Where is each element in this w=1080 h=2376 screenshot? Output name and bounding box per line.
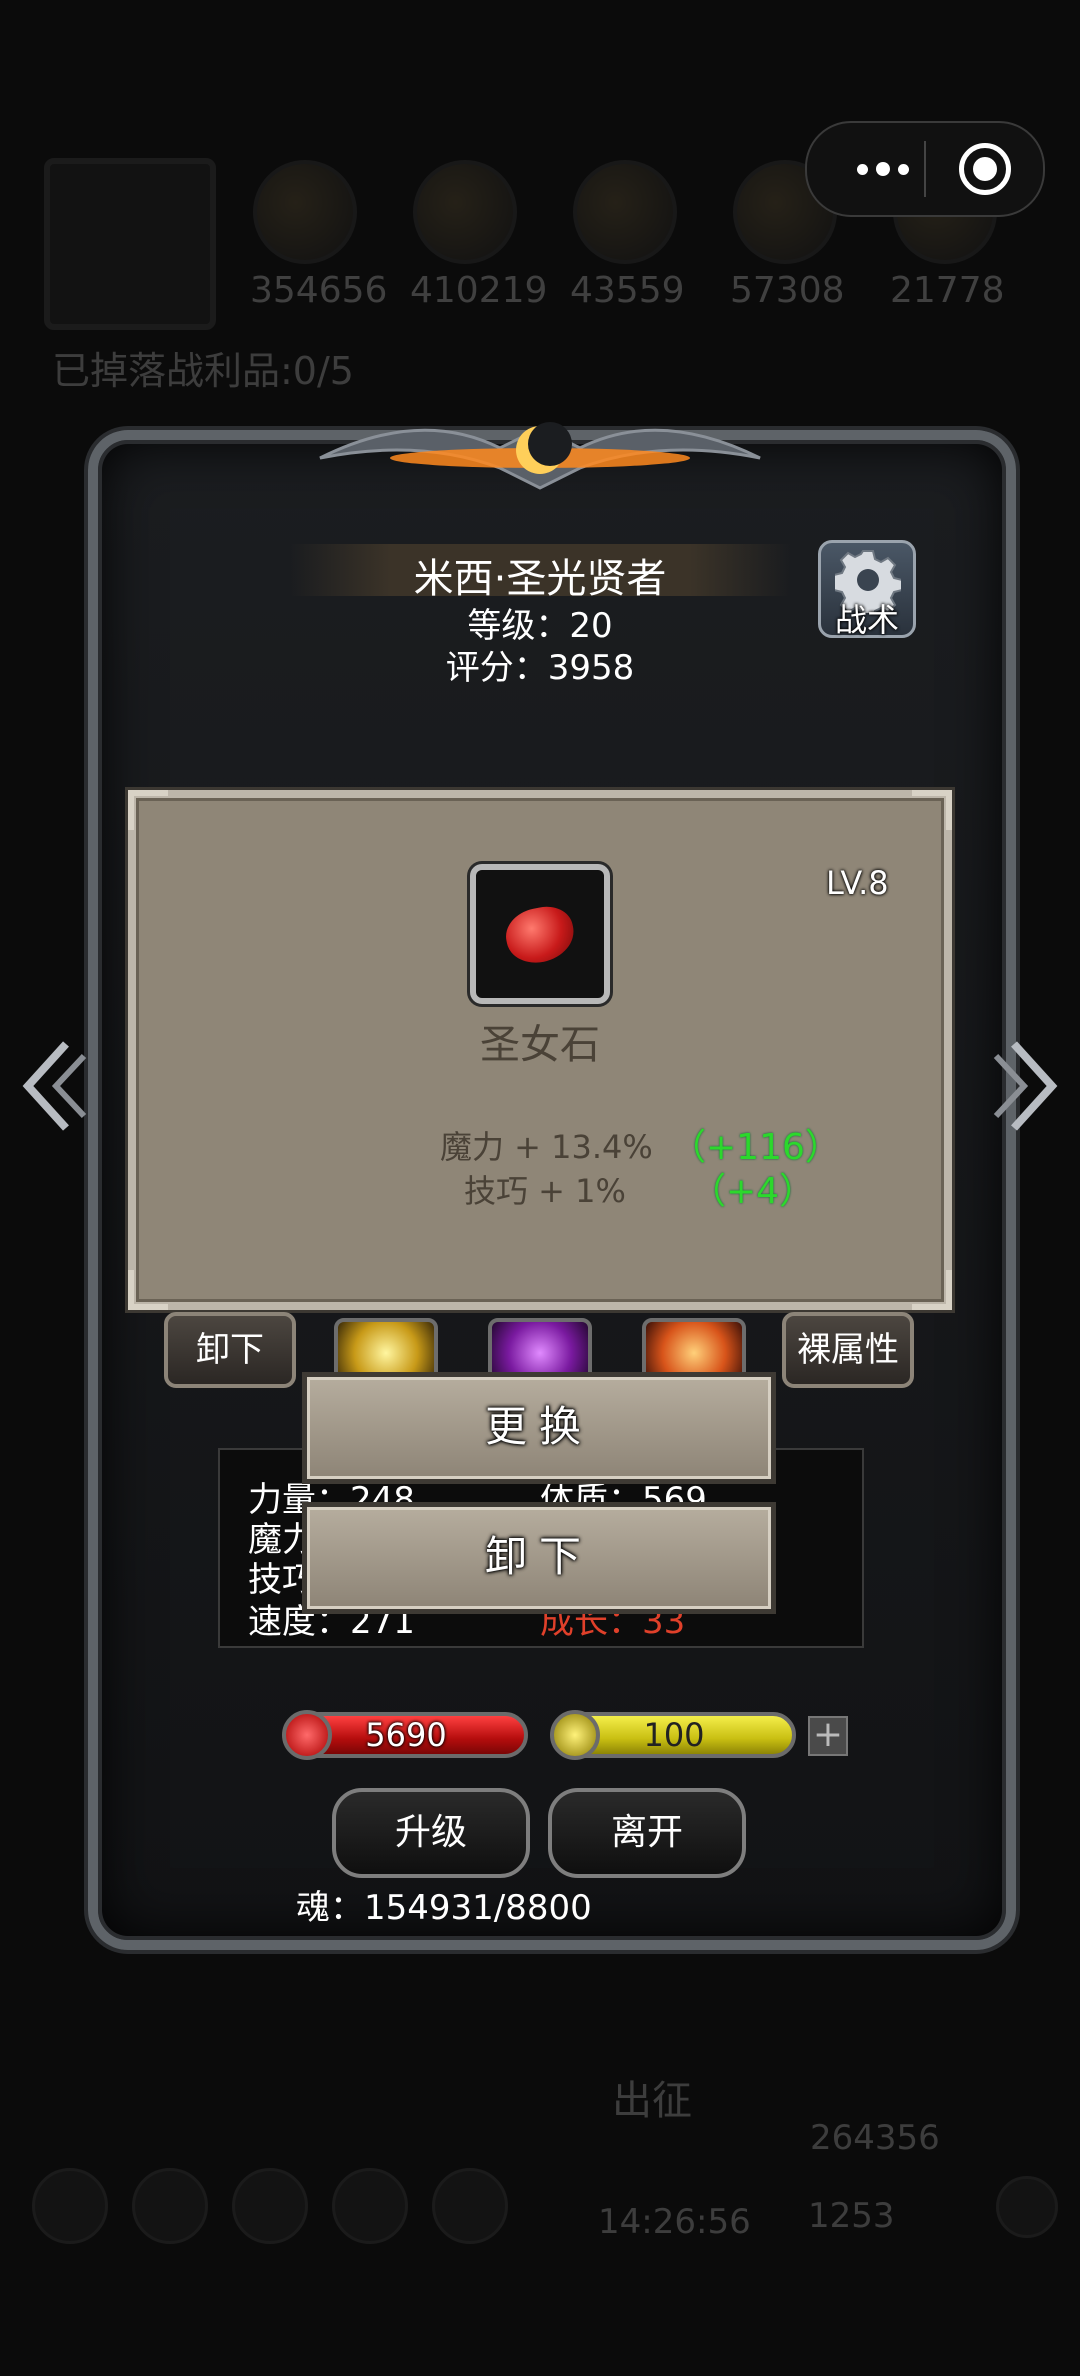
menu-icon [232,2168,308,2244]
target-close-icon[interactable] [959,143,1011,195]
item-stat-skill-bonus: （+4） [690,1171,816,1212]
timer: 14:26:56 [598,2202,751,2242]
menu-icon [32,2168,108,2244]
card-corner [912,1270,952,1310]
resource-3: 43559 [570,160,685,311]
soul-counter: 魂：154931/8800 [296,1888,592,1928]
item-icon-slot [470,864,610,1004]
menu-icon [332,2168,408,2244]
loot-status: 已掉落战利品:0/5 [52,349,354,393]
unequip-small-button[interactable]: 卸下 [164,1312,296,1388]
gem-count: 1253 [808,2196,895,2236]
gold-count: 264356 [810,2118,940,2158]
add-energy-button[interactable]: + [808,1716,848,1756]
resource-1: 354656 [250,160,387,311]
hero-score: 评分：3958 [445,648,635,688]
menu-icon [432,2168,508,2244]
more-dots-icon[interactable] [843,145,923,193]
tactics-button[interactable]: 战术 [818,540,916,639]
energy-value: 100 [643,1716,705,1754]
energy-bar: 100 [550,1710,796,1760]
add-icon [996,2176,1058,2238]
card-corner [912,790,952,830]
item-stat-magic: 魔力 + 13.4% [440,1128,653,1166]
chevron-right-icon[interactable] [992,1036,1064,1136]
crescent-emblem-icon [319,422,761,490]
red-gem-icon [501,901,579,969]
resource-2: 410219 [410,160,547,311]
resource-icon [253,160,357,264]
resource-icon [573,160,677,264]
unequip-button[interactable]: 卸下 [302,1502,776,1614]
miniprogram-capsule [805,121,1045,217]
item-level: LV.8 [826,864,889,902]
hp-bar: 5690 [282,1710,528,1760]
hero-portrait [44,158,216,330]
card-corner [128,790,168,830]
tactics-label: 战术 [834,601,899,639]
upgrade-button[interactable]: 升级 [332,1788,530,1878]
item-name: 圣女石 [480,1022,600,1068]
capsule-divider [924,141,926,197]
sortie-label: 出征 [612,2078,692,2124]
chevron-left-icon[interactable] [16,1036,88,1136]
item-stat-skill: 技巧 + 1% [464,1172,626,1210]
hero-name: 米西·圣光贤者 [413,556,667,602]
resource-icon [413,160,517,264]
menu-icon [132,2168,208,2244]
leave-button[interactable]: 离开 [548,1788,746,1878]
card-corner [128,1270,168,1310]
base-attributes-button[interactable]: 裸属性 [782,1312,914,1388]
hp-value: 5690 [365,1716,447,1754]
replace-button[interactable]: 更换 [302,1372,776,1484]
